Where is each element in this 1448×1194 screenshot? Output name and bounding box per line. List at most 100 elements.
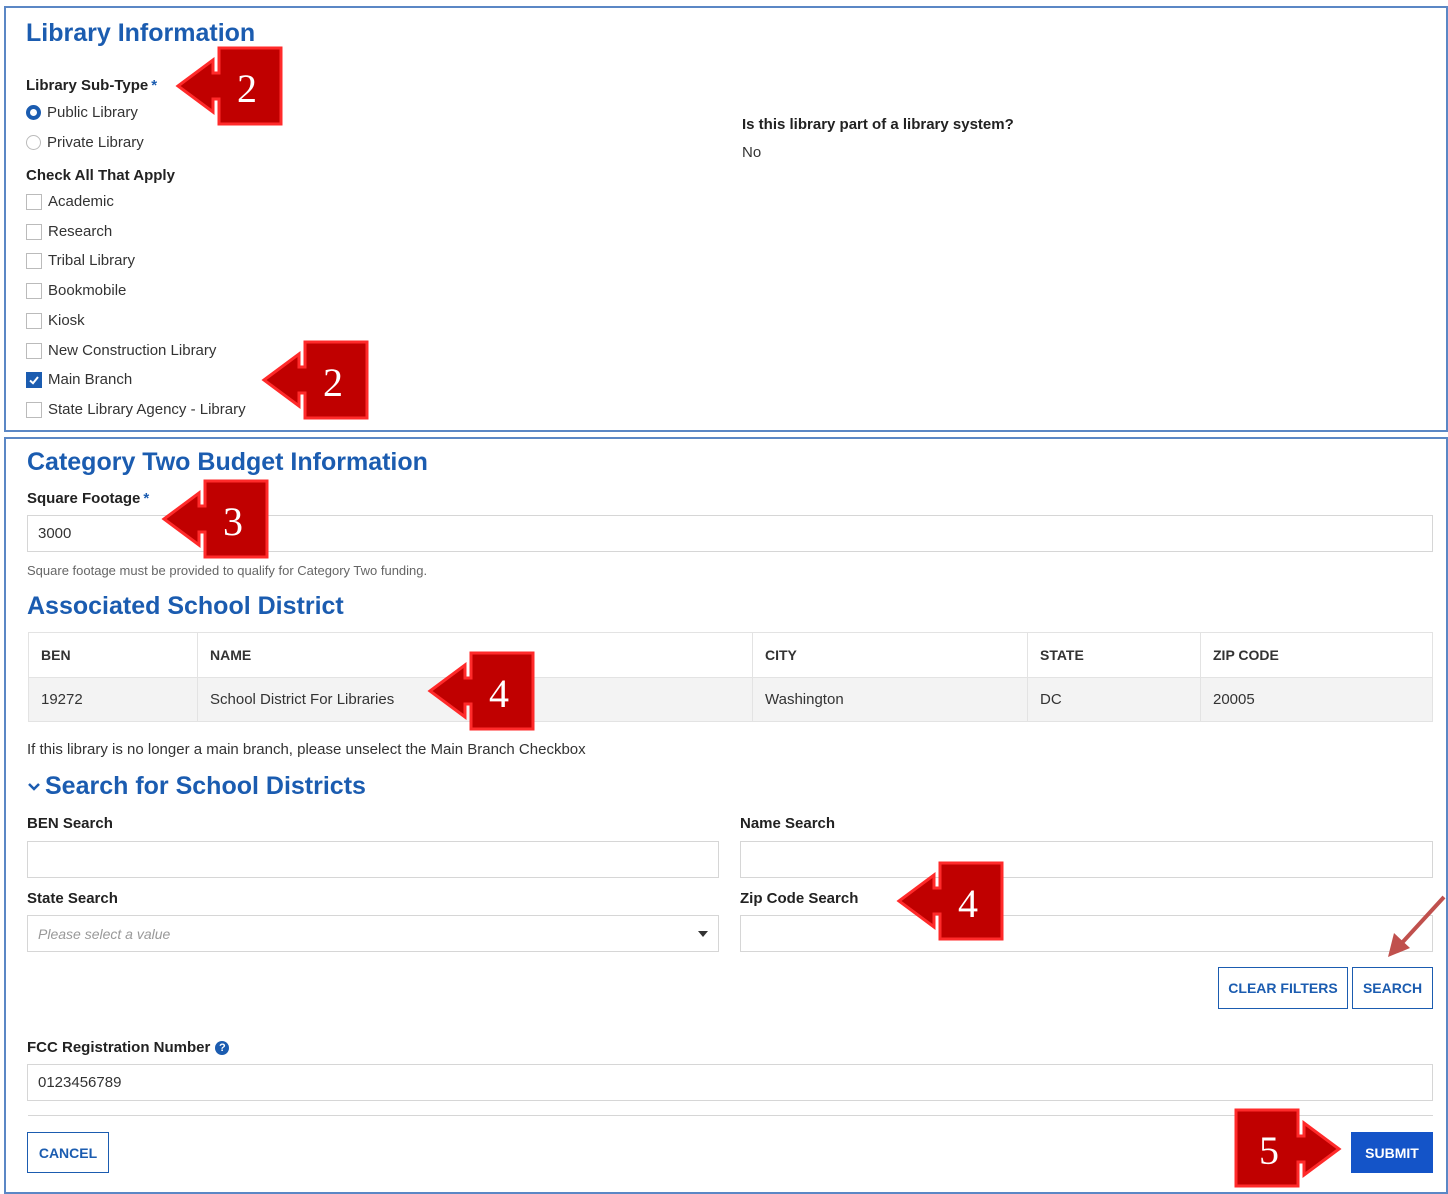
fcc-registration-label-text: FCC Registration Number xyxy=(27,1039,211,1056)
fcc-registration-input[interactable]: 0123456789 xyxy=(27,1064,1433,1101)
library-information-title: Library Information xyxy=(26,19,256,47)
callout-arrow-shape xyxy=(1234,1108,1342,1188)
radio-button[interactable] xyxy=(26,135,41,150)
checkbox-main-branch[interactable]: Main Branch xyxy=(26,371,132,388)
radio-public-library[interactable]: Public Library xyxy=(26,104,138,121)
callout-number: 4 xyxy=(489,671,509,716)
radio-label: Private Library xyxy=(47,134,144,151)
checkbox-label: Kiosk xyxy=(48,312,85,329)
category-two-title: Category Two Budget Information xyxy=(27,448,428,476)
zip-search-input[interactable] xyxy=(740,915,1433,952)
square-footage-label-text: Square Footage xyxy=(27,490,141,507)
check-all-label: Check All That Apply xyxy=(26,167,175,184)
check-icon xyxy=(29,375,39,385)
checkbox[interactable] xyxy=(26,401,42,418)
callout-arrow-shape xyxy=(261,340,369,420)
column-header-ben: BEN xyxy=(28,632,198,678)
checkbox-tribal-library[interactable]: Tribal Library xyxy=(26,252,135,269)
checkbox[interactable] xyxy=(26,282,42,299)
callout-step-zip: 4 xyxy=(896,861,1004,941)
table-header-row: BEN NAME CITY STATE ZIP CODE xyxy=(28,632,1433,678)
chevron-down-icon xyxy=(28,782,40,791)
callout-arrow-shape xyxy=(175,46,283,126)
checkbox-label: New Construction Library xyxy=(48,342,217,359)
search-section-toggle[interactable]: Search for School Districts xyxy=(27,772,366,801)
callout-number: 3 xyxy=(223,499,243,544)
callout-number: 2 xyxy=(323,360,343,405)
callout-step-subtype: 2 xyxy=(175,46,283,126)
search-section-title: Search for School Districts xyxy=(45,772,366,800)
fcc-registration-value: 0123456789 xyxy=(38,1074,122,1091)
callout-arrow-shape xyxy=(896,861,1004,941)
checkbox-label: Research xyxy=(48,223,113,240)
name-search-label: Name Search xyxy=(740,815,836,832)
column-header-state: STATE xyxy=(1027,632,1201,678)
required-marker: * xyxy=(143,490,150,507)
cell-zip: 20005 xyxy=(1200,677,1433,722)
radio-private-library[interactable]: Private Library xyxy=(26,134,144,151)
callout-arrow-shape xyxy=(161,479,269,559)
table-row: 19272 School District For Libraries Wash… xyxy=(28,677,1433,722)
library-subtype-label-text: Library Sub-Type xyxy=(26,77,149,94)
checkbox-academic[interactable]: Academic xyxy=(26,193,114,210)
checkbox[interactable] xyxy=(26,223,42,240)
checkbox-kiosk[interactable]: Kiosk xyxy=(26,312,85,329)
fcc-registration-label: FCC Registration Number ? xyxy=(27,1039,230,1056)
callout-step-square-footage: 3 xyxy=(161,479,269,559)
caret-down-icon xyxy=(698,930,708,937)
checkbox[interactable] xyxy=(26,193,42,210)
checkbox-checked[interactable] xyxy=(26,371,42,388)
checkbox-research[interactable]: Research xyxy=(26,223,112,240)
radio-label: Public Library xyxy=(47,104,138,121)
square-footage-hint: Square footage must be provided to quali… xyxy=(27,563,428,578)
checkbox-state-library-agency[interactable]: State Library Agency - Library xyxy=(26,401,246,418)
callout-number: 4 xyxy=(958,881,978,926)
required-marker: * xyxy=(151,77,158,94)
footer-divider xyxy=(28,1115,1433,1116)
cell-ben: 19272 xyxy=(28,677,198,722)
column-header-city: CITY xyxy=(752,632,1028,678)
column-header-zip: ZIP CODE xyxy=(1200,632,1433,678)
callout-number: 5 xyxy=(1259,1128,1279,1173)
cell-city: Washington xyxy=(752,677,1028,722)
square-footage-value: 3000 xyxy=(38,525,72,542)
checkbox-bookmobile[interactable]: Bookmobile xyxy=(26,282,126,299)
main-branch-note: If this library is no longer a main bran… xyxy=(27,741,586,758)
associated-district-title: Associated School District xyxy=(27,592,344,620)
state-search-placeholder: Please select a value xyxy=(38,925,171,942)
checkbox-label: State Library Agency - Library xyxy=(48,401,246,418)
checkbox-new-construction-library[interactable]: New Construction Library xyxy=(26,342,216,359)
callout-arrow-shape xyxy=(427,651,535,731)
associated-district-table: BEN NAME CITY STATE ZIP CODE 19272 Schoo… xyxy=(28,632,1433,722)
cancel-button[interactable]: CANCEL xyxy=(27,1132,109,1173)
callout-step-district: 4 xyxy=(427,651,535,731)
callout-number: 2 xyxy=(237,66,257,111)
state-search-select[interactable]: Please select a value xyxy=(27,915,719,952)
checkbox[interactable] xyxy=(26,312,42,329)
square-footage-label: Square Footage * xyxy=(27,490,149,507)
radio-button-selected[interactable] xyxy=(26,105,41,120)
pointer-arrow-shaft xyxy=(1398,895,1446,947)
checkbox-label: Tribal Library xyxy=(48,252,135,269)
clear-filters-button[interactable]: CLEAR FILTERS xyxy=(1218,967,1348,1009)
callout-step-submit: 5 xyxy=(1234,1108,1342,1188)
checkbox-label: Academic xyxy=(48,193,114,210)
name-search-input[interactable] xyxy=(740,841,1433,878)
library-system-answer: No xyxy=(742,144,762,161)
callout-step-main-branch: 2 xyxy=(261,340,369,420)
library-subtype-label: Library Sub-Type * xyxy=(26,77,157,94)
submit-button[interactable]: SUBMIT xyxy=(1351,1132,1433,1173)
pointer-arrow-to-search xyxy=(1388,895,1446,957)
ben-search-label: BEN Search xyxy=(27,815,113,832)
search-button[interactable]: SEARCH xyxy=(1352,967,1433,1009)
checkbox[interactable] xyxy=(26,342,42,359)
checkbox[interactable] xyxy=(26,252,42,269)
checkbox-label: Bookmobile xyxy=(48,282,127,299)
library-system-question: Is this library part of a library system… xyxy=(742,116,1014,133)
help-icon[interactable]: ? xyxy=(215,1040,230,1055)
state-search-label: State Search xyxy=(27,890,118,907)
ben-search-input[interactable] xyxy=(27,841,719,878)
zip-search-label: Zip Code Search xyxy=(740,890,859,907)
checkbox-label: Main Branch xyxy=(48,371,133,388)
cell-state: DC xyxy=(1027,677,1201,722)
